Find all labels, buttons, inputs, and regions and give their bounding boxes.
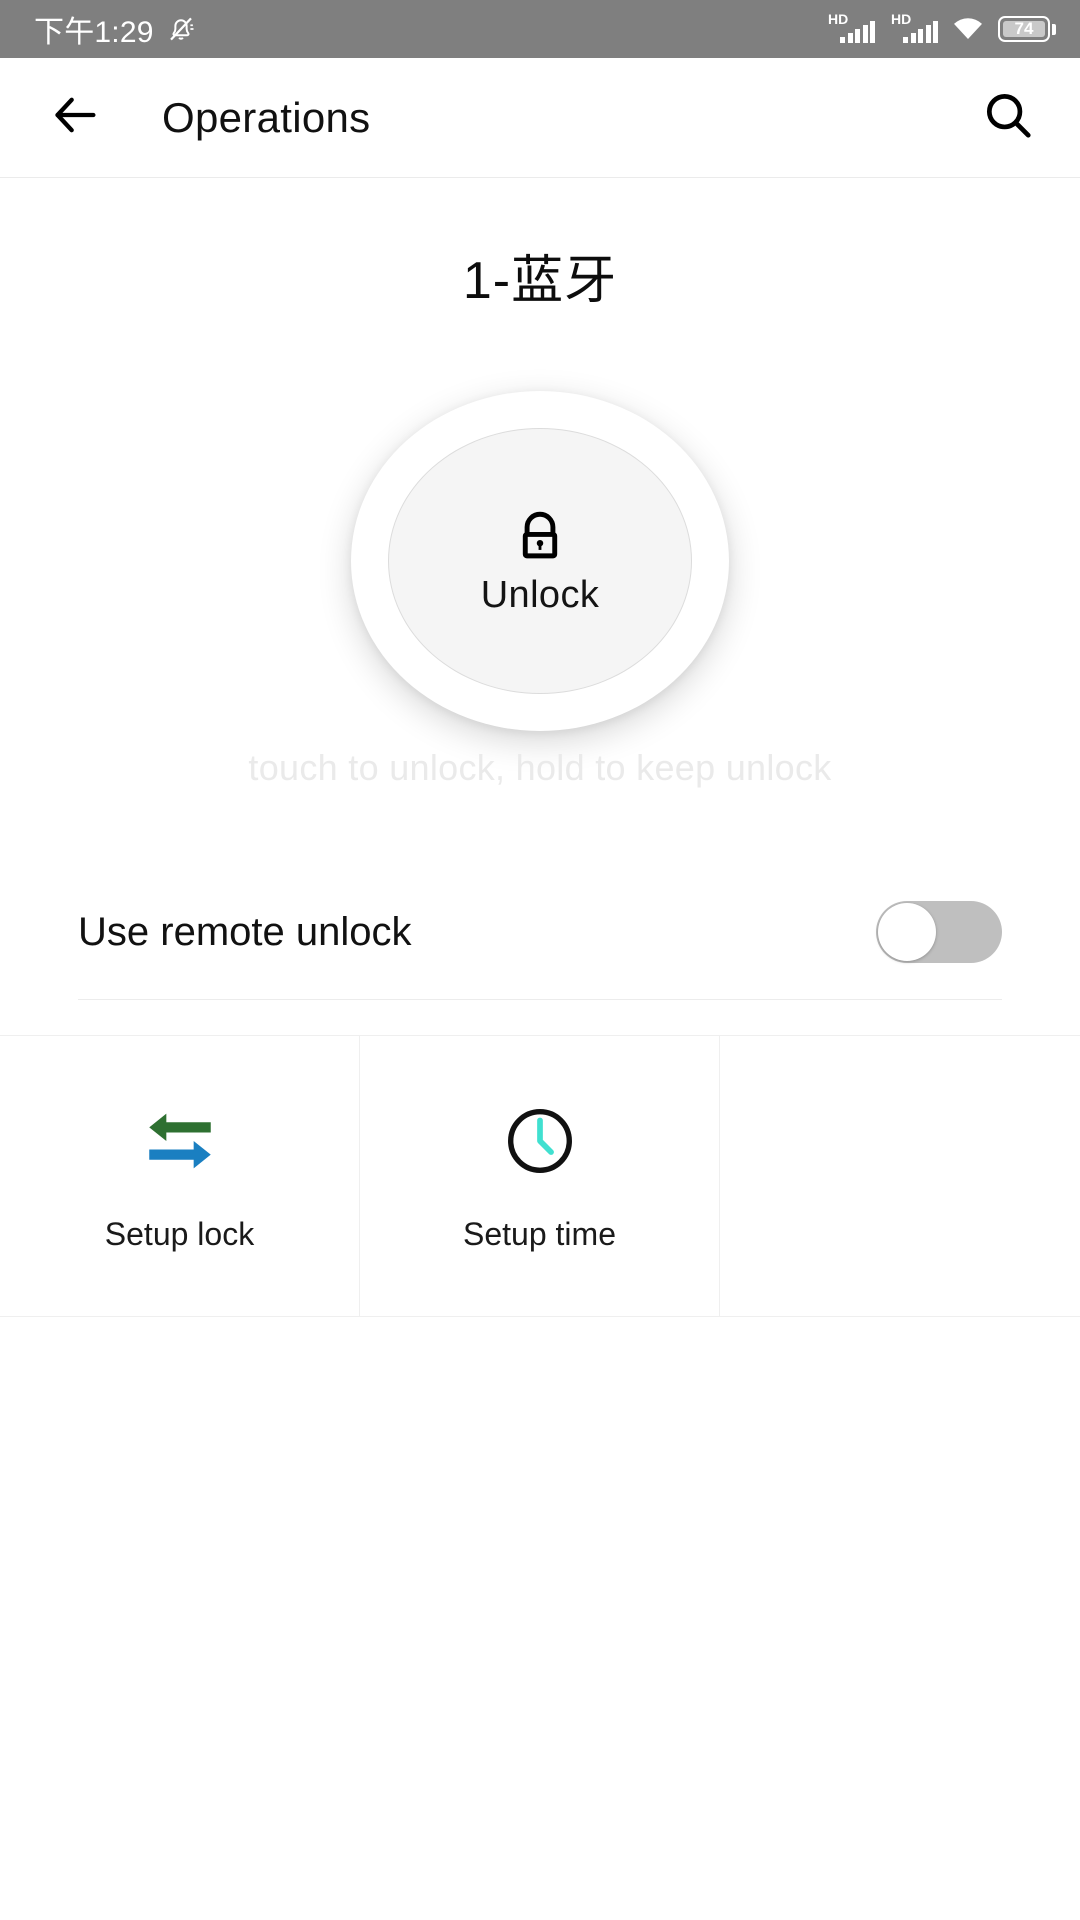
- toggle-knob: [878, 903, 936, 961]
- back-arrow-icon: [50, 89, 102, 146]
- search-icon: [981, 88, 1035, 147]
- page-content: 1-蓝牙 Unlock touch to unlock, hold to kee…: [0, 238, 1080, 1317]
- unlock-dial-container: Unlock: [0, 361, 1080, 761]
- signal-indicator-2: HD: [889, 11, 938, 43]
- unlock-hint: touch to unlock, hold to keep unlock: [248, 747, 832, 788]
- hd-label-1: HD: [828, 11, 849, 27]
- clock-icon: [499, 1100, 581, 1182]
- action-setup-lock[interactable]: Setup lock: [0, 1036, 360, 1316]
- app-bar: Operations: [0, 58, 1080, 178]
- status-bar: 下午1:29 HD HD 74: [0, 0, 1080, 58]
- bell-mute-icon: [166, 14, 196, 44]
- unlock-button[interactable]: Unlock: [388, 428, 692, 694]
- action-setup-time[interactable]: Setup time: [360, 1036, 720, 1316]
- unlock-dial-outer-ring[interactable]: Unlock: [351, 391, 729, 731]
- status-clock: 下午1:29: [34, 16, 154, 49]
- sync-arrows-icon: [139, 1100, 221, 1182]
- battery-level: 74: [1014, 19, 1034, 38]
- padlock-closed-icon: [509, 506, 571, 568]
- remote-unlock-toggle[interactable]: [876, 901, 1002, 963]
- action-empty-slot: [720, 1036, 1080, 1316]
- hd-label-2: HD: [891, 11, 912, 27]
- battery-icon: 74: [998, 16, 1056, 42]
- signal-indicator-1: HD: [826, 11, 875, 43]
- action-label: Setup time: [463, 1215, 616, 1252]
- unlock-label: Unlock: [480, 573, 600, 616]
- status-bar-right: HD HD 74: [826, 11, 1056, 43]
- wifi-icon: [952, 17, 984, 41]
- action-grid: Setup lock Setup time: [0, 1035, 1080, 1317]
- page-title: Operations: [162, 93, 371, 141]
- remote-unlock-label: Use remote unlock: [78, 909, 412, 954]
- back-button[interactable]: [40, 82, 112, 154]
- remote-unlock-row[interactable]: Use remote unlock: [78, 901, 1002, 1000]
- device-name: 1-蓝牙: [462, 252, 618, 310]
- search-button[interactable]: [970, 80, 1046, 156]
- action-label: Setup lock: [104, 1215, 255, 1252]
- battery-cap: [1052, 23, 1056, 35]
- status-bar-left: 下午1:29: [34, 7, 826, 51]
- battery-body: 74: [998, 16, 1050, 42]
